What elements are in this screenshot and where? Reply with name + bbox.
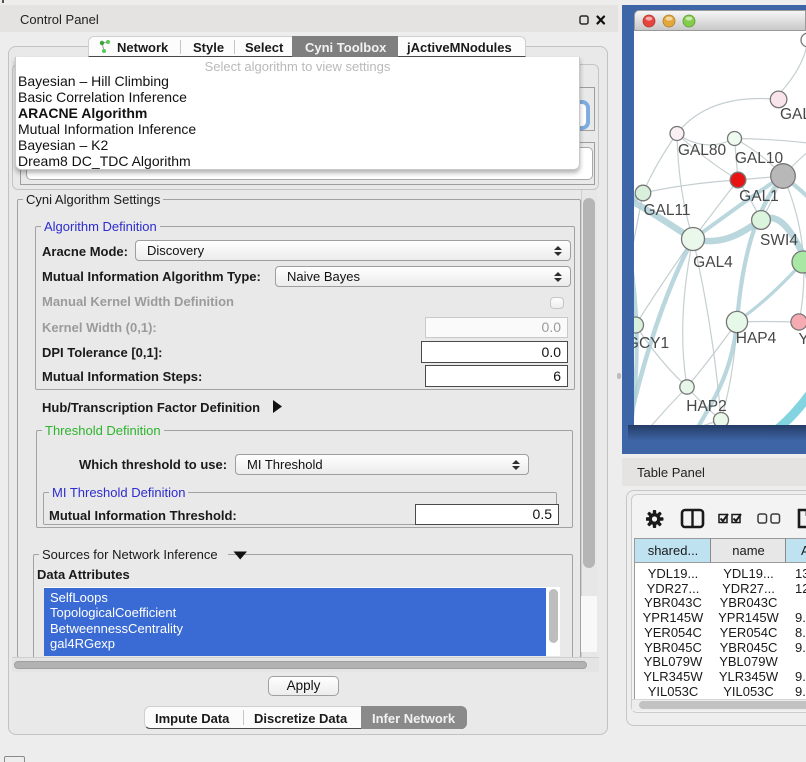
svg-text:GCY1: GCY1 bbox=[634, 335, 669, 352]
svg-text:GAL4: GAL4 bbox=[693, 254, 733, 271]
svg-text:GAL1: GAL1 bbox=[739, 188, 779, 205]
svg-text:HAP4: HAP4 bbox=[736, 330, 777, 347]
svg-text:GAL11: GAL11 bbox=[643, 202, 690, 219]
svg-text:Y: Y bbox=[799, 331, 806, 348]
svg-text:GAL2: GAL2 bbox=[780, 106, 806, 123]
svg-text:HAP2: HAP2 bbox=[686, 398, 727, 415]
svg-text:GAL80: GAL80 bbox=[678, 142, 727, 159]
svg-text:SWI4: SWI4 bbox=[760, 232, 798, 249]
svg-text:GAL10: GAL10 bbox=[735, 150, 784, 167]
